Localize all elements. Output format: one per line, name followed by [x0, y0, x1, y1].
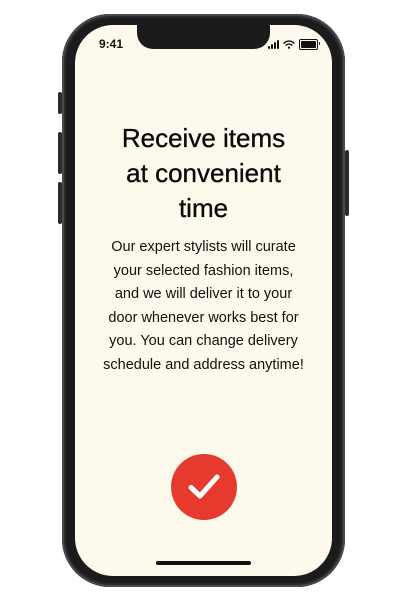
title-line: at convenient — [126, 158, 281, 188]
signal-icon — [268, 40, 279, 49]
power-button — [345, 150, 349, 216]
confirm-button[interactable] — [171, 454, 237, 520]
title-line: time — [178, 193, 229, 223]
battery-icon — [299, 39, 320, 50]
status-time: 9:41 — [99, 37, 124, 51]
silent-switch — [58, 92, 62, 114]
volume-down-button — [58, 182, 62, 224]
phone-screen: 9:41 Receive items at convenient time Ou… — [75, 25, 332, 576]
onboarding-description: Our expert stylists will curate your sel… — [79, 236, 328, 377]
onboarding-title: Receive items at convenient time — [85, 121, 322, 226]
description-line: your selected fashion items, — [113, 262, 294, 279]
wifi-icon — [283, 40, 295, 49]
description-line: and we will deliver it to your — [114, 286, 293, 302]
description-line: schedule and address anytime! — [103, 356, 304, 373]
description-line: you. You can change delivery — [109, 333, 298, 349]
description-line: door whenever works best for — [108, 309, 299, 326]
checkmark-icon — [188, 474, 220, 499]
home-indicator[interactable] — [156, 561, 251, 565]
title-line: Receive items — [121, 123, 286, 153]
notch — [137, 25, 270, 49]
volume-up-button — [58, 132, 62, 174]
description-line: Our expert stylists will curate — [111, 239, 296, 255]
status-icons — [268, 39, 320, 50]
